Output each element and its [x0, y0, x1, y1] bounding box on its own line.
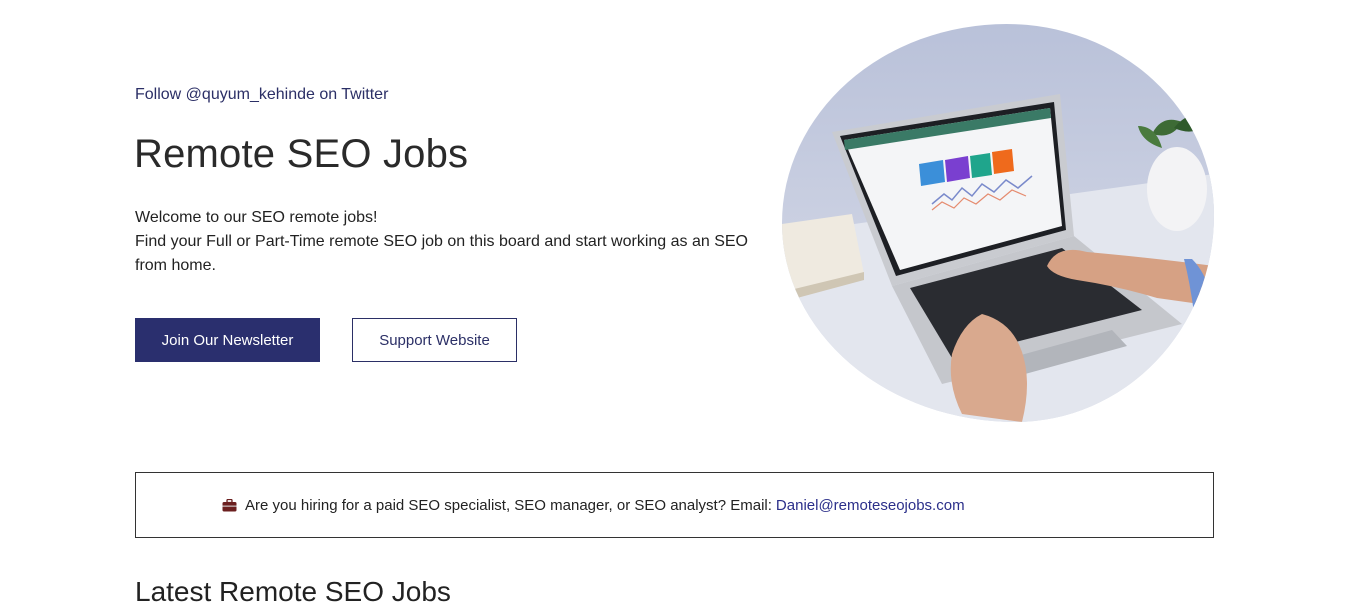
hero-image: [782, 24, 1214, 422]
support-website-button[interactable]: Support Website: [352, 318, 517, 362]
twitter-follow-link[interactable]: Follow @quyum_kehinde on Twitter: [135, 86, 388, 104]
intro-line-description: Find your Full or Part-Time remote SEO j…: [135, 233, 748, 274]
latest-jobs-heading: Latest Remote SEO Jobs: [135, 576, 451, 607]
intro-text: Welcome to our SEO remote jobs! Find you…: [135, 206, 765, 278]
join-newsletter-button[interactable]: Join Our Newsletter: [135, 318, 320, 362]
page-title: Remote SEO Jobs: [134, 132, 469, 176]
hiring-text: Are you hiring for a paid SEO specialist…: [245, 496, 772, 514]
intro-line-welcome: Welcome to our SEO remote jobs!: [135, 209, 378, 226]
hiring-banner: Are you hiring for a paid SEO specialist…: [135, 472, 1214, 538]
briefcase-icon: [222, 498, 237, 512]
contact-email-link[interactable]: Daniel@remoteseojobs.com: [776, 497, 965, 514]
laptop-typing-illustration: [782, 94, 1214, 422]
